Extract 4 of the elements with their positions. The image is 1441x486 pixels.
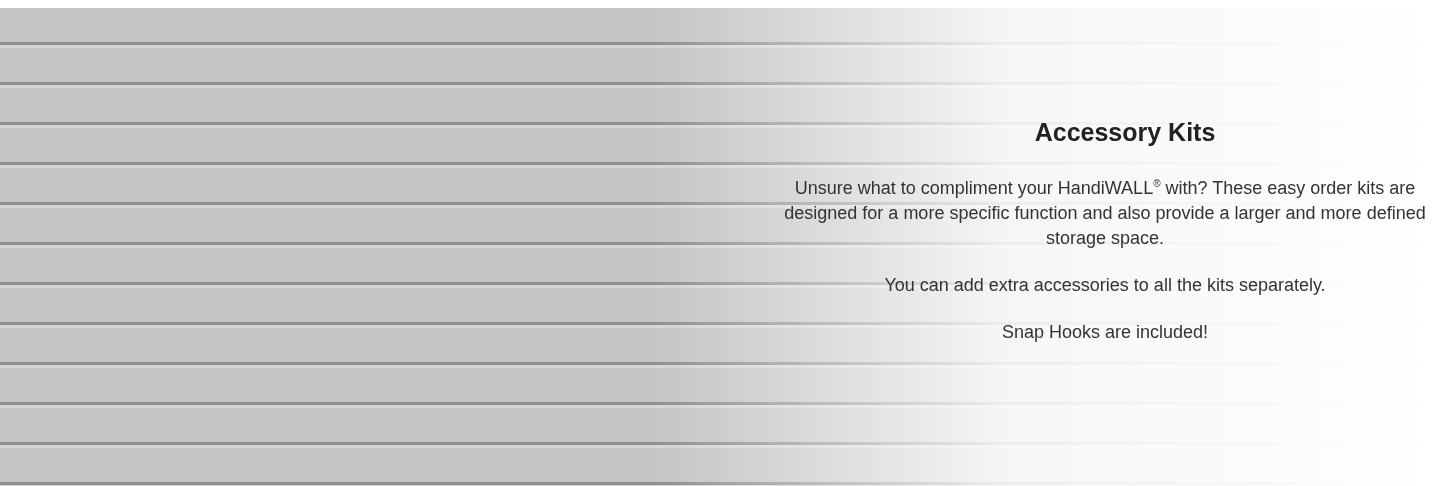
banner-heading: Accessory Kits <box>1034 118 1216 147</box>
banner-paragraph: Unsure what to compliment your HandiWALL$^{®}$ with? These easy order kits are designed for a more specific function and also provide a larger and more defined storage space. <box>783 177 1427 250</box>
banner-paragraph: Snap Hooks are included! <box>1000 321 1210 344</box>
banner-paragraph: You can add extra accessories to all the kits separately. <box>883 274 1327 297</box>
